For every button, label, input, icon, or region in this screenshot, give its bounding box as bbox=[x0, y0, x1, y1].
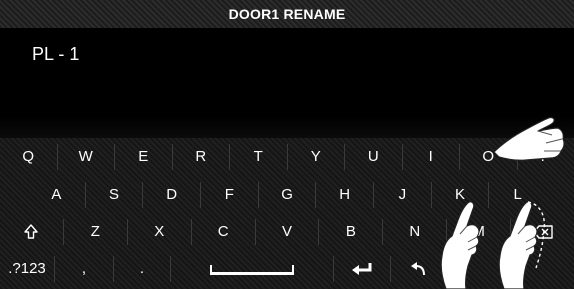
space-key[interactable] bbox=[171, 256, 334, 282]
keyboard-row-3: Z X C V B N M bbox=[0, 217, 574, 247]
key-u[interactable]: U bbox=[345, 144, 403, 170]
keyboard-row-4: .?123 , . OK bbox=[0, 254, 574, 284]
key-d[interactable]: D bbox=[143, 182, 202, 208]
key-b[interactable]: B bbox=[319, 219, 384, 245]
title-bar: DOOR1 RENAME bbox=[0, 0, 574, 29]
enter-key[interactable] bbox=[334, 256, 391, 282]
key-z[interactable]: Z bbox=[64, 219, 128, 245]
key-j[interactable]: J bbox=[374, 182, 432, 208]
key-x[interactable]: X bbox=[128, 219, 192, 245]
enter-icon bbox=[352, 263, 372, 276]
shift-key[interactable] bbox=[0, 219, 64, 245]
key-a[interactable]: A bbox=[28, 182, 86, 208]
mode-switch-key[interactable]: .?123 bbox=[0, 256, 55, 282]
key-e[interactable]: E bbox=[115, 144, 173, 170]
key-i[interactable]: I bbox=[403, 144, 460, 170]
comma-key[interactable]: , bbox=[55, 256, 114, 282]
page-title: DOOR1 RENAME bbox=[228, 6, 346, 22]
pointing-hand-icon bbox=[440, 201, 480, 289]
space-bar-icon bbox=[210, 265, 294, 275]
key-h[interactable]: H bbox=[316, 182, 375, 208]
pointing-hand-icon bbox=[493, 116, 565, 161]
keyboard-row-2: A S D F G H J K L bbox=[0, 180, 574, 210]
key-q[interactable]: Q bbox=[0, 144, 58, 170]
period-key[interactable]: . bbox=[114, 256, 171, 282]
key-r[interactable]: R bbox=[173, 144, 230, 170]
key-g[interactable]: G bbox=[259, 182, 317, 208]
back-arrow-icon bbox=[411, 262, 425, 276]
key-w[interactable]: W bbox=[58, 144, 115, 170]
key-c[interactable]: C bbox=[192, 219, 256, 245]
name-input-value[interactable]: PL - 1 bbox=[32, 44, 79, 65]
key-y[interactable]: Y bbox=[288, 144, 345, 170]
shift-arrow-icon bbox=[24, 224, 39, 239]
key-f[interactable]: F bbox=[201, 182, 259, 208]
key-s[interactable]: S bbox=[86, 182, 144, 208]
key-t[interactable]: T bbox=[230, 144, 288, 170]
key-v[interactable]: V bbox=[256, 219, 320, 245]
pointing-hand-icon bbox=[498, 201, 546, 289]
rename-screen: DOOR1 RENAME PL - 1 Q W E R T Y U I O P … bbox=[0, 0, 574, 289]
